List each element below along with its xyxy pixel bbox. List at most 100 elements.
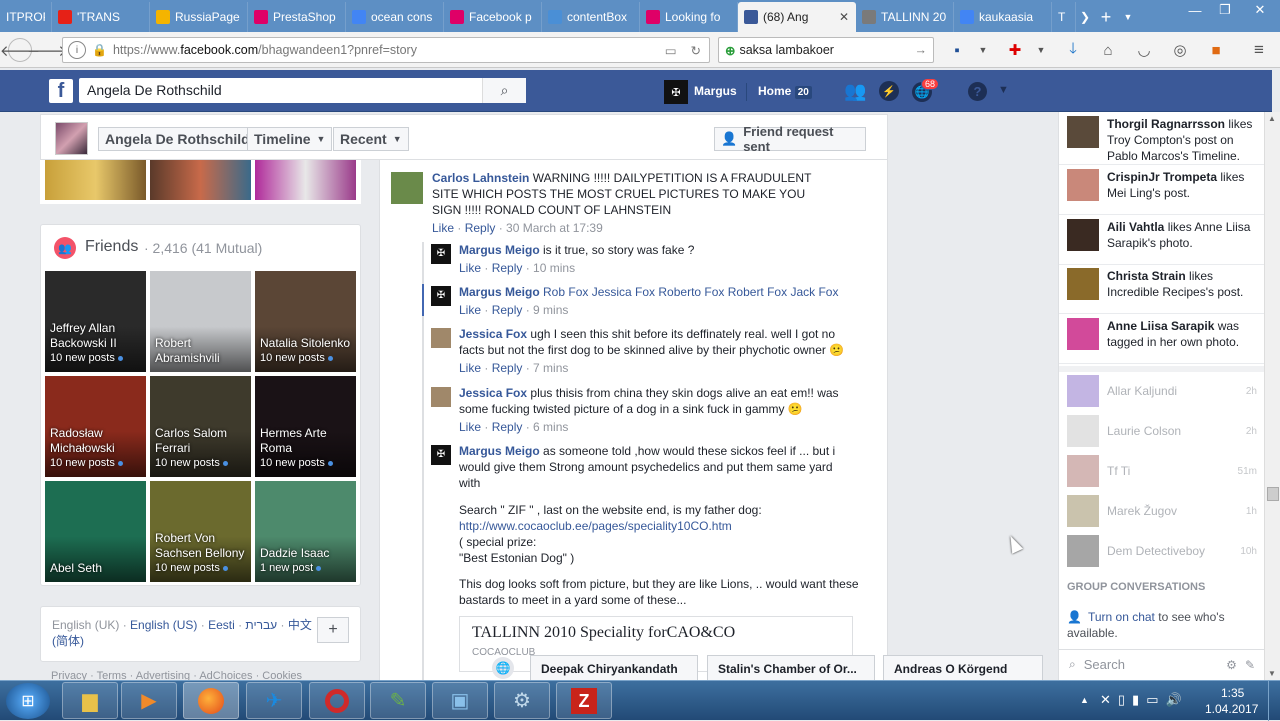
ticker-item[interactable]: Thorgil Ragnarrsson likes Troy Compton's… xyxy=(1059,112,1265,165)
language-link[interactable]: Eesti xyxy=(208,618,235,632)
ticker-item[interactable]: Christa Strain likes Incredible Recipes'… xyxy=(1059,264,1265,314)
chat-contact[interactable]: Dem Detectiveboy 10h xyxy=(1059,531,1265,571)
like-link[interactable]: Like xyxy=(459,361,481,375)
tab-9[interactable]: TALLINN 2010 S xyxy=(856,2,954,32)
help-icon[interactable]: ? xyxy=(968,82,987,101)
menu-hamburger-icon[interactable]: ≡ xyxy=(1248,39,1270,61)
comment-time[interactable]: 7 mins xyxy=(533,361,568,375)
photo-thumb[interactable] xyxy=(45,160,146,200)
addon-cross-icon[interactable]: ✚ xyxy=(1004,39,1026,61)
notepad-taskbar-icon[interactable]: ✎ xyxy=(370,682,426,719)
forward-button[interactable]: 🡒 xyxy=(27,39,67,61)
account-menu-icon[interactable]: ▼ xyxy=(998,84,1009,96)
profile-thumbnail[interactable] xyxy=(55,122,88,155)
friend-name[interactable]: Abel Seth xyxy=(50,561,102,576)
app-taskbar-icon[interactable]: ✈ xyxy=(246,682,302,719)
scroll-thumb[interactable] xyxy=(1267,487,1279,501)
reply-link[interactable]: Reply xyxy=(492,303,523,317)
chat-contact[interactable]: Laurie Colson 2h xyxy=(1059,411,1265,451)
reply-link[interactable]: Reply xyxy=(492,261,523,275)
commenter-avatar[interactable]: ✠ xyxy=(431,286,451,306)
chat-tab-2[interactable]: Stalin's Chamber of Or... xyxy=(707,655,875,681)
friend-tile[interactable]: Jeffrey Allan Backowski II 10 new posts xyxy=(45,271,146,372)
chat-tab-3[interactable]: Andreas O Körgend xyxy=(883,655,1043,681)
chat-contact[interactable]: Tf Ti 51m xyxy=(1059,451,1265,491)
search-bar[interactable]: ⊕ saksa lambakoer → xyxy=(718,37,934,63)
page-scrollbar[interactable]: ▲ ▼ xyxy=(1264,112,1280,680)
dropdown-icon-2[interactable]: ▼ xyxy=(1030,39,1052,61)
download-icon[interactable]: 🡓 xyxy=(1062,39,1084,61)
friend-name[interactable]: Radosław Michałowski xyxy=(50,426,146,456)
tray-expand-icon[interactable]: ▲ xyxy=(1080,695,1089,705)
friend-name[interactable]: Hermes Arte Roma xyxy=(260,426,356,456)
ticker-item[interactable]: Aili Vahtla likes Anne Liisa Sarapik's p… xyxy=(1059,215,1265,265)
tab-5[interactable]: Facebook p xyxy=(444,2,542,32)
firefox-taskbar-icon[interactable] xyxy=(183,682,239,719)
friend-tile[interactable]: Carlos Salom Ferrari 10 new posts xyxy=(150,376,251,477)
chat-contact[interactable]: Marek Žugov 1h xyxy=(1059,491,1265,531)
commenter-avatar[interactable] xyxy=(391,172,423,204)
friend-tile[interactable]: Robert Von Sachsen Bellony 10 new posts xyxy=(150,481,251,582)
friend-tile[interactable]: Robert Abramishvili xyxy=(150,271,251,372)
like-link[interactable]: Like xyxy=(459,261,481,275)
chat-contact[interactable]: Allar Kaljundi 2h xyxy=(1059,371,1265,411)
commenter-name[interactable]: Carlos Lahnstein xyxy=(432,171,529,185)
commenter-name[interactable]: Margus Meigo xyxy=(459,444,540,458)
opera-taskbar-icon[interactable] xyxy=(309,682,365,719)
photo-thumb[interactable] xyxy=(255,160,356,200)
friend-tile[interactable]: Dadzie Isaac 1 new post xyxy=(255,481,356,582)
commenter-name[interactable]: Jessica Fox xyxy=(459,327,527,341)
maximize-button[interactable]: ❐ xyxy=(1210,0,1240,20)
profile-link[interactable]: Margus xyxy=(694,84,737,98)
reload-icon[interactable]: ↻ xyxy=(691,43,701,58)
tab-3[interactable]: PrestaShop xyxy=(248,2,346,32)
facebook-search-input[interactable]: Angela De Rothschild xyxy=(79,78,526,103)
tab-10[interactable]: kaukaasia xyxy=(954,2,1052,32)
search-input[interactable]: saksa lambakoer xyxy=(739,43,834,57)
search-engine-icon[interactable]: ⊕ xyxy=(725,43,735,58)
commenter-avatar[interactable] xyxy=(431,328,451,348)
scroll-down-arrow[interactable]: ▼ xyxy=(1268,669,1276,678)
friend-requests-icon[interactable]: 👥 xyxy=(844,81,866,102)
commenter-name[interactable]: Margus Meigo xyxy=(459,285,540,299)
search-icon[interactable]: ⌕ xyxy=(482,78,526,103)
add-language-button[interactable]: + xyxy=(317,617,349,643)
tab-1[interactable]: 'TRANS xyxy=(52,2,150,32)
comment-time[interactable]: 30 March at 17:39 xyxy=(506,221,603,235)
tab-11[interactable]: T xyxy=(1052,2,1076,32)
show-desktop-button[interactable] xyxy=(1268,681,1280,721)
tab-scroll-right[interactable]: ❯ xyxy=(1076,2,1094,32)
dropdown-icon[interactable]: ▼ xyxy=(972,39,994,61)
friend-name[interactable]: Robert Abramishvili xyxy=(155,336,251,366)
profile-avatar[interactable]: ✠ xyxy=(664,80,688,104)
language-link[interactable]: English (UK) xyxy=(52,618,119,632)
turn-on-chat-link[interactable]: Turn on chat xyxy=(1088,610,1155,624)
clock-time[interactable]: 1:35 xyxy=(1221,686,1244,700)
friend-name[interactable]: Natalia Sitolenko xyxy=(260,336,350,351)
save-icon[interactable]: ▪ xyxy=(946,39,968,61)
tab-0[interactable]: ITPROP xyxy=(0,2,52,32)
chat-search-input[interactable]: Search xyxy=(1084,657,1218,672)
ticker-item[interactable]: Anne Liisa Sarapik was tagged in her own… xyxy=(1059,314,1265,364)
scroll-up-arrow[interactable]: ▲ xyxy=(1268,114,1276,123)
pocket-icon[interactable]: ◡ xyxy=(1133,39,1155,61)
friend-tile[interactable]: Hermes Arte Roma 10 new posts xyxy=(255,376,356,477)
commenter-avatar[interactable] xyxy=(431,387,451,407)
friend-tile[interactable]: Radosław Michałowski 10 new posts xyxy=(45,376,146,477)
reply-link[interactable]: Reply xyxy=(492,361,523,375)
like-link[interactable]: Like xyxy=(459,303,481,317)
tab-list-button[interactable]: ▼ xyxy=(1118,2,1138,32)
tab-2[interactable]: RussiaPage xyxy=(150,2,248,32)
window-taskbar-icon[interactable]: ▣ xyxy=(432,682,488,719)
addon-icon[interactable]: ■ xyxy=(1205,39,1227,61)
home-link[interactable]: Home 20 xyxy=(758,84,812,99)
clock-date[interactable]: 1.04.2017 xyxy=(1205,702,1258,716)
friend-name[interactable]: Robert Von Sachsen Bellony xyxy=(155,531,251,561)
friend-name[interactable]: Carlos Salom Ferrari xyxy=(155,426,251,456)
url-bar[interactable]: i 🔒 https://www.facebook.com/bhagwandeen… xyxy=(62,37,710,63)
tab-6[interactable]: contentBox xyxy=(542,2,640,32)
like-link[interactable]: Like xyxy=(432,221,454,235)
friend-tile[interactable]: Natalia Sitolenko 10 new posts xyxy=(255,271,356,372)
new-tab-button[interactable]: + xyxy=(1094,2,1118,32)
close-window-button[interactable]: ✕ xyxy=(1240,0,1280,20)
